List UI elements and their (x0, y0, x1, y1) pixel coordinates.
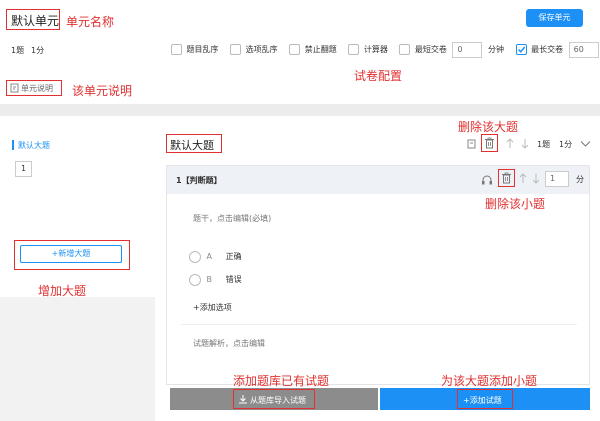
delete-question-annotation: 删除该小题 (485, 197, 546, 211)
unit-title-box[interactable]: 默认单元 (6, 9, 60, 30)
import-bank-button[interactable]: 从题库导入试题 (170, 388, 378, 410)
unit-title-annotation: 单元名称 (66, 15, 115, 29)
option-row-a: A 正确 (189, 250, 242, 264)
add-option-link[interactable]: +添加选项 (193, 302, 232, 313)
option-row-b: B 错误 (189, 273, 242, 287)
delete-question-button[interactable] (498, 169, 515, 187)
unit-stats-count: 1题 (11, 46, 25, 55)
import-annotation: 添加题库已有试题 (233, 374, 330, 388)
max-submit-label: 最长交卷 (531, 45, 564, 54)
delete-section-annotation: 删除该大题 (458, 120, 519, 134)
header-divider (0, 104, 600, 116)
option-letter-a: A (206, 252, 213, 261)
no-skip-checkbox[interactable] (289, 44, 301, 55)
section-title-box[interactable]: 默认大题 (166, 134, 222, 153)
min-submit-label: 最短交卷 (414, 45, 447, 54)
sidebar-question-number[interactable]: 1 (15, 161, 32, 177)
add-section-button[interactable]: +新增大题 (14, 240, 130, 270)
unit-title: 默认单元 (11, 14, 60, 28)
add-question-label-box: +添加试题 (457, 389, 513, 409)
option-letter-b: B (206, 275, 213, 284)
max-submit-input[interactable]: 60 (568, 41, 599, 58)
section-note-icon[interactable] (467, 139, 477, 149)
section-title: 默认大题 (170, 139, 214, 152)
add-question-label: +添加试题 (463, 396, 502, 405)
section-score: 1分 (559, 140, 573, 149)
min-submit-unit: 分钟 (488, 45, 505, 54)
delete-section-button[interactable] (481, 134, 498, 152)
question-type-label: 1【判断题】 (176, 176, 222, 185)
edit-note-icon (10, 83, 19, 93)
option-text-b[interactable]: 错误 (226, 275, 242, 284)
import-bank-label-box: 从题库导入试题 (233, 389, 315, 409)
exam-config-annotation: 试卷配置 (354, 69, 403, 83)
unit-description-annotation: 该单元说明 (72, 84, 133, 98)
min-submit-checkbox[interactable] (399, 44, 411, 55)
shuffle-questions-label: 题目乱序 (186, 45, 219, 54)
calculator-checkbox[interactable] (348, 44, 360, 55)
trash-icon (485, 137, 494, 149)
question-score-input[interactable]: 1 (545, 171, 569, 187)
download-icon (239, 395, 247, 404)
option-radio-b[interactable] (189, 273, 201, 286)
min-submit-input[interactable]: 0 (452, 41, 483, 58)
unit-description-button[interactable]: 单元说明 (6, 80, 62, 96)
no-skip-label: 禁止翻题 (304, 45, 337, 54)
add-section-label: +新增大题 (20, 245, 122, 263)
chevron-down-icon[interactable] (580, 140, 591, 148)
move-down-icon[interactable] (521, 138, 529, 149)
exam-options: 题目乱序 选项乱序 禁止翻题 计算器 最短交卷 0 分钟 最长交卷 60 分钟 (171, 41, 599, 59)
import-bank-label: 从题库导入试题 (250, 396, 306, 405)
unit-description-label: 单元说明 (21, 84, 53, 93)
add-question-button[interactable]: +添加试题 (380, 388, 590, 410)
shuffle-questions-checkbox[interactable] (171, 44, 182, 55)
option-text-a[interactable]: 正确 (226, 252, 242, 261)
shuffle-options-checkbox[interactable] (230, 44, 242, 55)
shuffle-options-label: 选项乱序 (245, 45, 278, 54)
question-stem[interactable]: 题干，点击编辑(必填) (193, 213, 271, 224)
add-section-annotation: 增加大题 (38, 284, 87, 298)
move-up-icon[interactable] (506, 138, 514, 149)
save-unit-button[interactable]: 保存单元 (526, 9, 583, 27)
sidebar-active-bar (12, 140, 14, 150)
calculator-label: 计算器 (363, 45, 388, 54)
add-question-annotation: 为该大题添加小题 (441, 374, 538, 388)
section-count: 1题 (537, 140, 551, 149)
question-move-up-icon[interactable] (519, 173, 527, 184)
option-radio-a[interactable] (189, 250, 201, 263)
headphones-icon[interactable] (481, 174, 493, 185)
question-score-unit: 分 (576, 175, 584, 184)
sidebar-section-title[interactable]: 默认大题 (18, 140, 50, 151)
max-submit-checkbox[interactable] (515, 44, 527, 55)
checkmark-icon (517, 46, 525, 53)
question-move-down-icon[interactable] (532, 173, 540, 184)
unit-stats-score: 1分 (31, 46, 45, 55)
sidebar: 默认大题 1 +新增大题 增加大题 (0, 116, 155, 421)
trash-icon (502, 172, 511, 184)
analysis-field[interactable]: 试题解析，点击编辑 (193, 338, 265, 349)
card-divider (181, 324, 577, 325)
